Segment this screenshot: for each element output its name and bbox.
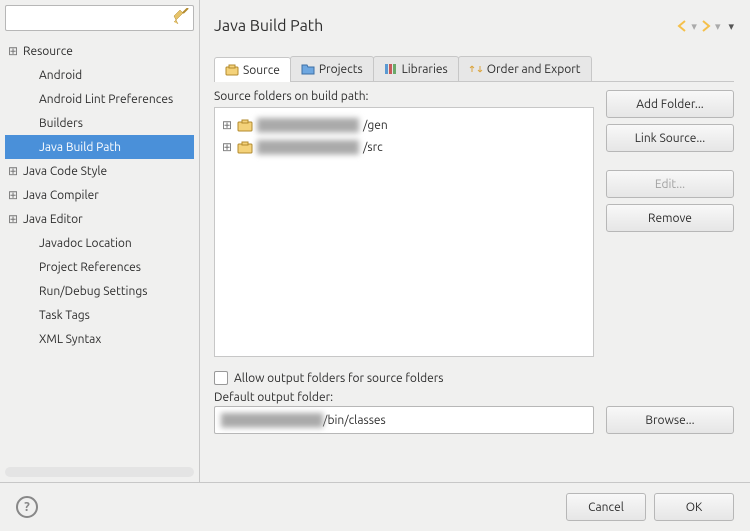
tree-item[interactable]: ⊞Java Compiler <box>5 183 194 207</box>
package-folder-icon <box>237 140 253 154</box>
source-folder-path: /gen <box>363 119 388 132</box>
cancel-button[interactable]: Cancel <box>566 493 646 521</box>
expand-icon[interactable]: ⊞ <box>7 188 19 202</box>
browse-button[interactable]: Browse... <box>606 406 734 434</box>
tree-item[interactable]: ⊞Javadoc Location <box>5 231 194 255</box>
tab-libraries[interactable]: Libraries <box>373 56 459 81</box>
tab-source[interactable]: Source <box>214 57 291 82</box>
tree-item[interactable]: ⊞Resource <box>5 39 194 63</box>
filter-input[interactable] <box>5 5 194 31</box>
tree-item-label: Builders <box>35 117 83 130</box>
tree-item-label: XML Syntax <box>35 333 101 346</box>
package-icon <box>225 63 239 77</box>
default-output-label: Default output folder: <box>214 391 734 404</box>
tab-projects[interactable]: Projects <box>290 56 374 81</box>
tree-item-label: Run/Debug Settings <box>35 285 147 298</box>
tree-item-label: Java Code Style <box>19 165 107 178</box>
tree-item-label: Android Lint Preferences <box>35 93 173 106</box>
remove-button[interactable]: Remove <box>606 204 734 232</box>
preference-tree[interactable]: ⊞Resource⊞Android⊞Android Lint Preferenc… <box>5 37 194 463</box>
view-menu-icon[interactable]: ▾ <box>728 20 734 33</box>
scrollbar[interactable] <box>5 467 194 477</box>
package-folder-icon <box>237 118 253 132</box>
tree-item-label: Java Compiler <box>19 189 99 202</box>
source-folders-label: Source folders on build path: <box>214 90 594 103</box>
tree-item[interactable]: ⊞Android Lint Preferences <box>5 87 194 111</box>
forward-menu-icon[interactable]: ▾ <box>715 20 721 33</box>
tree-item[interactable]: ⊞Java Build Path <box>5 135 194 159</box>
add-folder-button[interactable]: Add Folder... <box>606 90 734 118</box>
tree-item-label: Java Editor <box>19 213 83 226</box>
tree-item[interactable]: ⊞Project References <box>5 255 194 279</box>
clear-icon[interactable] <box>172 8 190 26</box>
expand-icon[interactable]: ⊞ <box>7 44 19 58</box>
expand-icon[interactable]: ⊞ <box>221 140 233 154</box>
tree-item-label: Project References <box>35 261 141 274</box>
tree-item-label: Resource <box>19 45 73 58</box>
help-icon[interactable]: ? <box>16 496 38 518</box>
folder-open-icon <box>301 62 315 76</box>
source-folder-item[interactable]: ⊞████████████/src <box>221 136 587 158</box>
tree-item[interactable]: ⊞Run/Debug Settings <box>5 279 194 303</box>
tree-item[interactable]: ⊞Builders <box>5 111 194 135</box>
default-output-input[interactable]: ████████████/bin/classes <box>214 406 594 434</box>
expand-icon[interactable]: ⊞ <box>221 118 233 132</box>
tree-item[interactable]: ⊞Java Editor <box>5 207 194 231</box>
edit-button: Edit... <box>606 170 734 198</box>
source-folder-path: /src <box>363 141 383 154</box>
back-menu-icon[interactable]: ▾ <box>691 20 697 33</box>
tree-item-label: Task Tags <box>35 309 90 322</box>
expand-icon[interactable]: ⊞ <box>7 212 19 226</box>
tab-bar: Source Projects Libraries Order and Expo… <box>214 56 734 82</box>
tree-item-label: Java Build Path <box>35 141 121 154</box>
expand-icon[interactable]: ⊞ <box>7 164 19 178</box>
tree-item[interactable]: ⊞XML Syntax <box>5 327 194 351</box>
link-source-button[interactable]: Link Source... <box>606 124 734 152</box>
ok-button[interactable]: OK <box>654 493 734 521</box>
source-folders-list[interactable]: ⊞████████████/gen⊞████████████/src <box>214 107 594 357</box>
swap-icon <box>469 62 483 76</box>
forward-icon[interactable] <box>699 19 713 33</box>
source-folder-item[interactable]: ⊞████████████/gen <box>221 114 587 136</box>
tab-order-export[interactable]: Order and Export <box>458 56 592 81</box>
allow-output-label: Allow output folders for source folders <box>234 372 444 385</box>
tree-item-label: Android <box>35 69 82 82</box>
page-title: Java Build Path <box>214 17 323 35</box>
books-icon <box>384 62 398 76</box>
tree-item[interactable]: ⊞Java Code Style <box>5 159 194 183</box>
tree-item[interactable]: ⊞Android <box>5 63 194 87</box>
tree-item-label: Javadoc Location <box>35 237 132 250</box>
allow-output-checkbox[interactable] <box>214 371 228 385</box>
tree-item[interactable]: ⊞Task Tags <box>5 303 194 327</box>
back-icon[interactable] <box>675 19 689 33</box>
